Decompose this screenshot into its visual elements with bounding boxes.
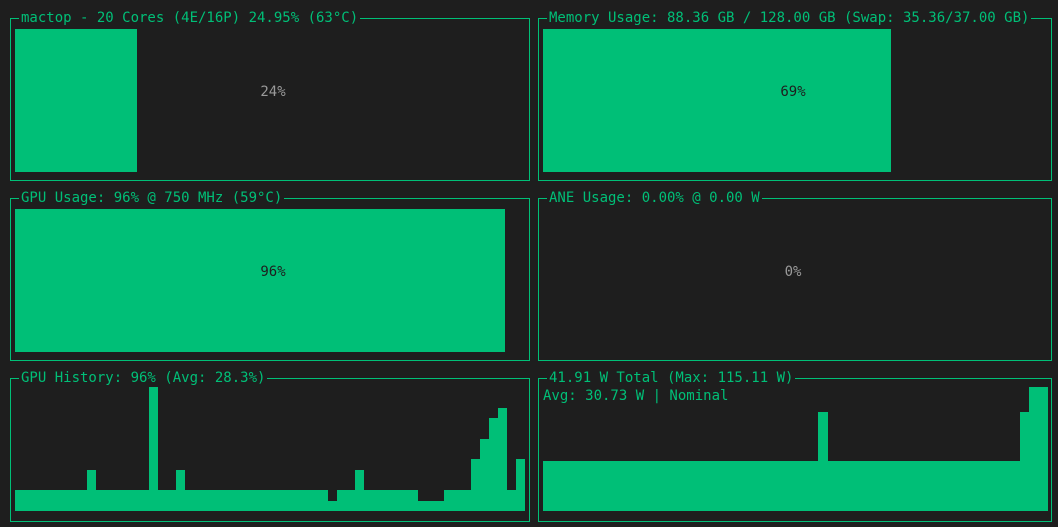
gpu-history-bar (41, 490, 51, 511)
gpu-history-bar (238, 490, 248, 511)
gpu-history-bar (229, 490, 239, 511)
memory-panel-title: Memory Usage: 88.36 GB / 128.00 GB (Swap… (547, 10, 1032, 26)
gpu-history-bar (86, 470, 96, 511)
gpu-history-title: GPU History: 96% (Avg: 28.3%) (19, 370, 268, 386)
gpu-panel: GPU Usage: 96% @ 750 MHz (59°C) 96% (10, 190, 530, 361)
gpu-history-bar (202, 490, 212, 511)
gpu-history-bar (399, 490, 409, 511)
gpu-history-bar (417, 501, 427, 511)
gpu-history-bar (158, 490, 168, 511)
gpu-history-bar (256, 490, 266, 511)
gpu-history-bar (498, 408, 508, 511)
gpu-history-bar (59, 490, 69, 511)
gpu-history-bar (131, 490, 141, 511)
gpu-history-bar (372, 490, 382, 511)
gpu-history-bar (346, 490, 356, 511)
gpu-history-bar (211, 490, 221, 511)
gpu-history-bar (149, 387, 159, 511)
gpu-history-bar (301, 490, 311, 511)
cpu-usage-bar (15, 29, 137, 172)
gpu-history-bar (337, 490, 347, 511)
gpu-history-bar (113, 490, 123, 511)
gpu-history-bar (462, 490, 472, 511)
ane-percent-label: 0% (784, 264, 802, 280)
gpu-history-sparkline (15, 387, 526, 511)
memory-panel: Memory Usage: 88.36 GB / 128.00 GB (Swap… (538, 10, 1052, 181)
gpu-panel-title: GPU Usage: 96% @ 750 MHz (59°C) (19, 190, 285, 206)
gpu-history-bar (355, 470, 364, 511)
power-panel: 41.91 W Total (Max: 115.11 W) Avg: 30.73… (538, 370, 1052, 522)
gpu-history-bar (310, 490, 320, 511)
gpu-history-bar (480, 439, 490, 511)
cpu-panel-title: mactop - 20 Cores (4E/16P) 24.95% (63°C) (19, 10, 361, 26)
gpu-history-bar (23, 490, 33, 511)
gpu-history-bar (292, 490, 302, 511)
gpu-history-bar (381, 490, 391, 511)
gpu-history-bar (328, 501, 338, 511)
gpu-history-panel: GPU History: 96% (Avg: 28.3%) (10, 370, 530, 522)
gpu-history-bar (274, 490, 284, 511)
gpu-history-bar (507, 490, 517, 511)
cpu-panel: mactop - 20 Cores (4E/16P) 24.95% (63°C)… (10, 10, 530, 181)
gpu-history-bar (319, 490, 329, 511)
power-sparkline (543, 387, 1048, 511)
gpu-history-bar (390, 490, 400, 511)
gpu-history-bar (77, 490, 87, 511)
gpu-history-bar (50, 490, 60, 511)
gpu-history-bar (104, 490, 114, 511)
gpu-history-bar (68, 490, 78, 511)
ane-panel-title: ANE Usage: 0.00% @ 0.00 W (547, 190, 762, 206)
gpu-history-bar (32, 490, 42, 511)
gpu-history-bar (489, 418, 499, 511)
gpu-history-bar (363, 490, 373, 511)
gpu-history-bar (435, 501, 445, 511)
gpu-history-bar (247, 490, 257, 511)
ane-panel: ANE Usage: 0.00% @ 0.00 W 0% (538, 190, 1052, 361)
gpu-history-bar (15, 490, 24, 511)
power-panel-title: 41.91 W Total (Max: 115.11 W) (547, 370, 796, 386)
gpu-history-bar (453, 490, 463, 511)
gpu-usage-bar (15, 209, 505, 352)
gpu-history-bar (122, 490, 132, 511)
gpu-history-bar (283, 490, 293, 511)
memory-percent-label: 69% (780, 84, 806, 100)
gpu-history-bar (185, 490, 194, 511)
gpu-history-bar (95, 490, 105, 511)
gpu-history-bar (220, 490, 230, 511)
gpu-history-bar (471, 459, 481, 511)
gpu-history-bar (516, 459, 526, 511)
gpu-history-bar (193, 490, 203, 511)
gpu-history-bar (176, 470, 186, 511)
gpu-percent-label: 96% (260, 264, 286, 280)
gpu-history-bar (140, 490, 150, 511)
gpu-history-bar (444, 490, 454, 511)
gpu-history-bar (426, 501, 436, 511)
memory-usage-bar (543, 29, 891, 172)
gpu-history-bar (265, 490, 275, 511)
power-history-bar (1037, 387, 1048, 511)
cpu-percent-label: 24% (260, 84, 286, 100)
gpu-history-bar (408, 490, 418, 511)
gpu-history-bar (167, 490, 177, 511)
